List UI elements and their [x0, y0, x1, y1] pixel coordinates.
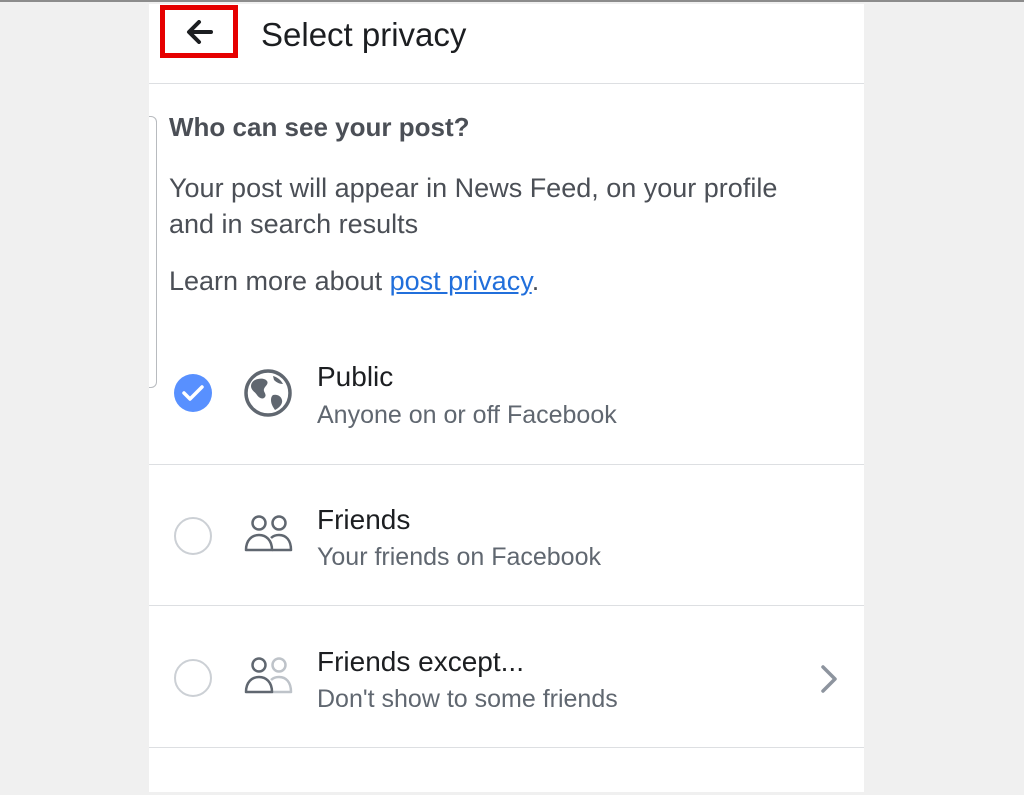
post-privacy-link[interactable]: post privacy: [390, 266, 532, 296]
chevron-right-icon: [821, 665, 837, 693]
option-public-title: Public: [317, 361, 394, 392]
header-bar: Select privacy: [149, 4, 864, 84]
globe-icon: [244, 369, 292, 417]
option-friends-title: Friends: [317, 504, 411, 535]
privacy-panel: Select privacy Who can see your post? Yo…: [149, 4, 864, 792]
learn-more-suffix: .: [531, 266, 540, 296]
back-button[interactable]: [160, 5, 238, 58]
arrow-left-icon: [187, 20, 213, 44]
info-description: Your post will appear in News Feed, on y…: [169, 173, 778, 239]
friends-icon: [244, 515, 293, 552]
option-friends-except-subtitle: Don't show to some friends: [317, 685, 618, 713]
option-friends-except-title: Friends except...: [317, 646, 524, 677]
option-public[interactable]: Public Anyone on or off Facebook: [149, 324, 864, 465]
learn-more-prefix: Learn more about: [169, 266, 390, 296]
learn-more-text: Learn more about post privacy.: [169, 266, 539, 297]
screenshot-frame: Select privacy Who can see your post? Yo…: [0, 0, 1024, 795]
radio-friends[interactable]: [174, 517, 212, 555]
info-heading: Who can see your post?: [169, 112, 470, 142]
option-friends-subtitle: Your friends on Facebook: [317, 543, 601, 571]
option-public-subtitle: Anyone on or off Facebook: [317, 401, 617, 429]
friends-except-icon: [244, 657, 293, 694]
check-icon: [182, 385, 204, 401]
page-title: Select privacy: [261, 16, 467, 53]
option-friends[interactable]: Friends Your friends on Facebook: [149, 465, 864, 606]
radio-friends-except[interactable]: [174, 659, 212, 697]
option-friends-except[interactable]: Friends except... Don't show to some fri…: [149, 607, 864, 748]
radio-public[interactable]: [174, 374, 212, 412]
